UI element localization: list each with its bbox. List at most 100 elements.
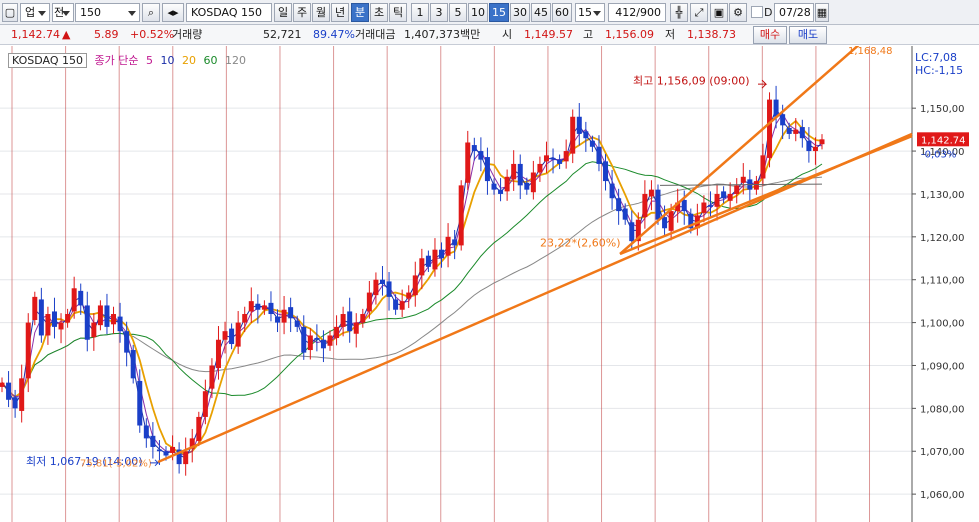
count-field[interactable]: 412/900	[608, 3, 666, 22]
candle	[255, 303, 261, 310]
candle	[360, 314, 366, 323]
legend-ma-label: 종가 단순	[94, 54, 139, 67]
interval-1[interactable]: 1	[411, 3, 429, 22]
candle	[458, 185, 464, 246]
sell-button[interactable]: 매도	[789, 26, 827, 44]
candle	[668, 211, 674, 231]
date-field[interactable]: 07/28	[774, 3, 814, 22]
date-check-label: D	[764, 6, 773, 19]
gear-icon[interactable]: ⚙	[729, 3, 747, 22]
candle	[78, 290, 84, 306]
candle	[0, 382, 5, 387]
date-value: 07/28	[779, 6, 811, 19]
candle	[222, 331, 228, 340]
candle	[150, 435, 156, 447]
interval-45-label: 45	[534, 6, 548, 19]
tab-minute[interactable]: 분	[351, 3, 369, 22]
candle	[320, 339, 326, 349]
candle	[51, 311, 57, 327]
tab-monthly[interactable]: 월	[312, 3, 330, 22]
interval-15[interactable]: 15	[489, 3, 509, 22]
amount-label: 거래대금	[355, 28, 396, 41]
menu-icon[interactable]: ▢	[2, 3, 18, 22]
trend-annotation: 23,22*(2,60%)	[540, 236, 621, 249]
interval-30[interactable]: 30	[510, 3, 530, 22]
candle	[767, 99, 773, 158]
code-input[interactable]: 150	[75, 3, 140, 22]
candle	[727, 193, 733, 201]
low-sub-annotation: 75,81(-5,02%)	[80, 458, 152, 469]
candle	[45, 314, 51, 336]
save-icon[interactable]: ▣	[710, 3, 728, 22]
candle	[812, 146, 818, 152]
market-select[interactable]: 업	[20, 3, 50, 22]
candle	[491, 183, 497, 190]
candle	[563, 151, 569, 162]
legend-ma120: 120	[225, 54, 246, 67]
tab-yearly[interactable]: 년	[331, 3, 349, 22]
interval-select-value: 15	[578, 6, 592, 19]
candle	[163, 451, 169, 456]
count-value: 412/900	[615, 6, 661, 19]
candle	[517, 163, 523, 186]
candle	[143, 425, 149, 439]
candle	[294, 320, 300, 327]
tab-weekly[interactable]: 주	[293, 3, 311, 22]
price-chart[interactable]: 1,150,001,140,001,130,001,120,001,110,00…	[0, 46, 979, 522]
candle	[347, 311, 353, 332]
candle	[603, 161, 609, 182]
interval-60[interactable]: 60	[552, 3, 572, 22]
candle	[117, 316, 123, 332]
buy-button[interactable]: 매수	[753, 26, 787, 44]
candle	[196, 416, 202, 441]
candle	[235, 322, 241, 347]
interval-5[interactable]: 5	[449, 3, 467, 22]
tab-daily[interactable]: 일	[274, 3, 292, 22]
candle	[65, 314, 71, 323]
candle	[38, 299, 44, 336]
tab-second[interactable]: 초	[370, 3, 388, 22]
candle	[439, 249, 445, 259]
candle	[379, 279, 385, 284]
candle	[71, 288, 77, 312]
crosshair-icon[interactable]: ╬	[670, 3, 688, 22]
stock-name-field: KOSDAQ 150	[186, 3, 272, 22]
candle	[648, 189, 654, 197]
candle	[307, 335, 313, 351]
high-value: 1,156.09	[605, 28, 654, 41]
volume-label: 거래량	[172, 28, 203, 41]
candle	[484, 157, 490, 182]
tab-second-label: 초	[373, 6, 385, 19]
candle	[91, 322, 97, 338]
candle	[399, 301, 405, 310]
interval-10[interactable]: 10	[468, 3, 488, 22]
candle	[786, 127, 792, 134]
y-tick-label: 1,110,00	[920, 276, 965, 287]
tab-tick[interactable]: 틱	[389, 3, 407, 22]
candle	[806, 140, 812, 152]
draw-tool-icon[interactable]: ⤢	[690, 3, 708, 22]
candle	[170, 446, 176, 453]
candle	[701, 202, 707, 213]
interval-3[interactable]: 3	[430, 3, 448, 22]
candle	[721, 191, 727, 199]
tab-minute-label: 분	[354, 6, 366, 19]
date-checkbox[interactable]	[751, 6, 763, 18]
calendar-icon[interactable]: ▦	[815, 3, 829, 22]
candle	[156, 449, 162, 452]
candle	[183, 451, 189, 465]
candle	[25, 322, 31, 379]
candle	[576, 116, 582, 134]
interval-select[interactable]: 15	[575, 3, 605, 22]
prev-next-icon[interactable]: ◂▸	[162, 3, 184, 22]
search-icon[interactable]: ⌕	[142, 3, 160, 22]
candle	[353, 322, 359, 334]
candle	[707, 205, 713, 207]
candle	[524, 182, 530, 190]
interval-45[interactable]: 45	[531, 3, 551, 22]
low-label: 저	[665, 28, 676, 41]
legend-name: KOSDAQ 150	[8, 53, 88, 68]
market-select-value: 업	[24, 6, 36, 19]
compare-select[interactable]: 전	[52, 3, 74, 22]
up-arrow-icon: ▲	[62, 28, 71, 41]
